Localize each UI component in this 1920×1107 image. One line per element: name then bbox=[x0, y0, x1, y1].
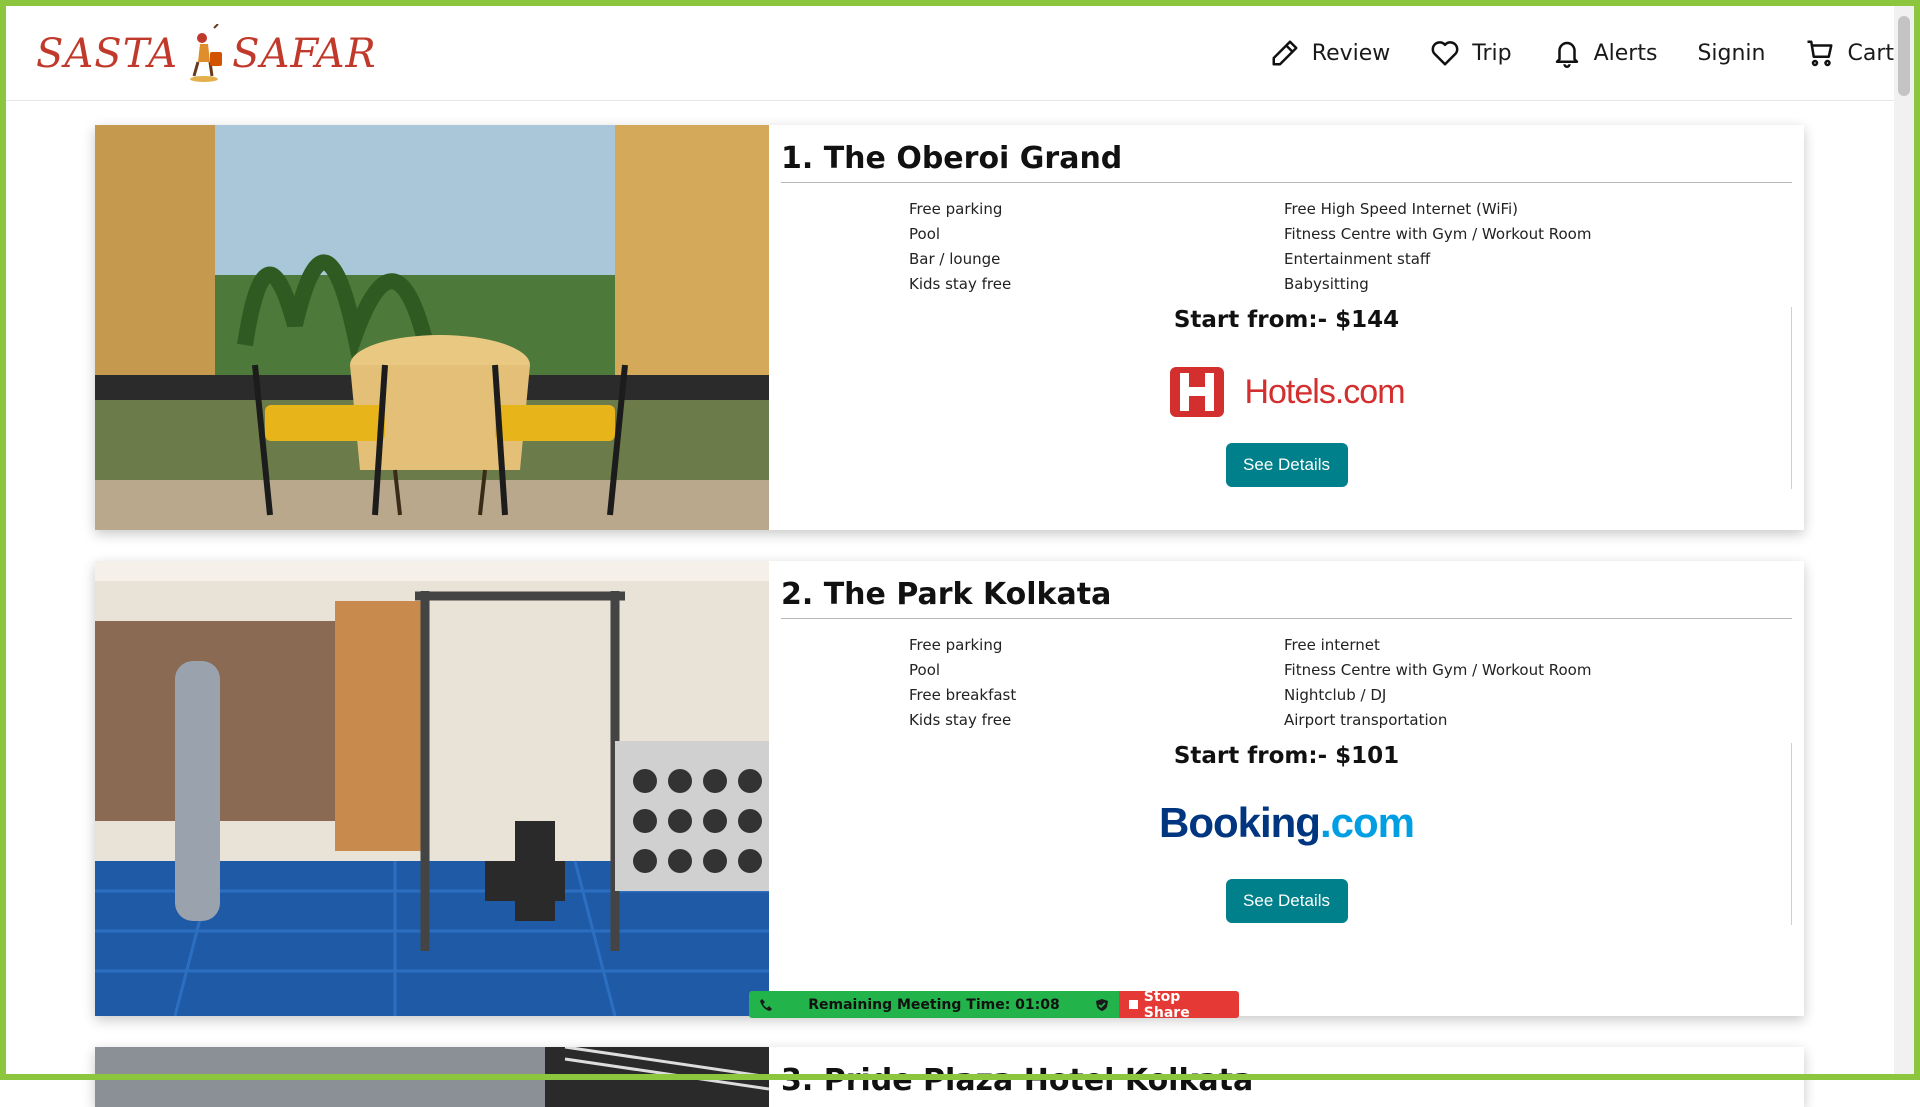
nav-cart-label: Cart bbox=[1847, 40, 1894, 66]
hotel-photo-balcony[interactable] bbox=[95, 125, 769, 530]
nav-review-label: Review bbox=[1311, 40, 1391, 66]
top-navbar: SASTA SAFAR Review Trip Alerts Signin Ca… bbox=[6, 6, 1914, 101]
nav-menu: Review Trip Alerts Signin Cart bbox=[1270, 6, 1894, 100]
amenity: Fitness Centre with Gym / Workout Room bbox=[1284, 225, 1592, 243]
hotel-photo-exterior[interactable] bbox=[95, 1047, 769, 1107]
nav-cart[interactable]: Cart bbox=[1805, 38, 1894, 68]
logo-text-left: SASTA bbox=[36, 31, 179, 77]
hotel-card: 3. Pride Plaza Hotel Kolkata bbox=[95, 1047, 1804, 1107]
nav-signin-label: Signin bbox=[1697, 40, 1766, 66]
pencil-icon bbox=[1272, 40, 1298, 66]
heart-icon bbox=[1431, 41, 1459, 66]
nav-trip-label: Trip bbox=[1472, 40, 1512, 66]
amenity: Free parking bbox=[909, 636, 1003, 654]
shield-check-icon bbox=[1095, 998, 1108, 1011]
amenity: Babysitting bbox=[1284, 275, 1369, 293]
amenity: Fitness Centre with Gym / Workout Room bbox=[1284, 661, 1592, 679]
amenity: Kids stay free bbox=[909, 275, 1012, 293]
hotels-com-text: Hotels.com bbox=[1244, 372, 1405, 411]
meeting-share-bar: Remaining Meeting Time: 01:08 Stop Share bbox=[749, 988, 1239, 1021]
traveler-logo-icon bbox=[190, 24, 223, 82]
partner-logo[interactable]: Hotels.com bbox=[781, 363, 1792, 425]
hotel-details: 3. Pride Plaza Hotel Kolkata bbox=[781, 1047, 1792, 1107]
nav-trip[interactable]: Trip bbox=[1430, 38, 1512, 68]
hotel-details: 1. The Oberoi Grand Free parking Pool Ba… bbox=[781, 125, 1792, 530]
meeting-timer-text: Remaining Meeting Time: 01:08 bbox=[808, 996, 1060, 1013]
site-logo[interactable]: SASTA SAFAR bbox=[36, 18, 377, 90]
meeting-timer: Remaining Meeting Time: 01:08 bbox=[749, 991, 1119, 1018]
see-details-button[interactable]: See Details bbox=[1225, 443, 1348, 487]
amenity: Free breakfast bbox=[909, 686, 1017, 704]
hotel-card: 2. The Park Kolkata Free parking Pool Fr… bbox=[95, 561, 1804, 1016]
booking-name: Booking bbox=[1158, 799, 1321, 846]
amenities-left: Free parking Pool Bar / lounge Kids stay… bbox=[909, 197, 1011, 297]
amenities-right: Free internet Fitness Centre with Gym / … bbox=[1284, 633, 1591, 733]
hotel-card: 1. The Oberoi Grand Free parking Pool Ba… bbox=[95, 125, 1804, 530]
nav-alerts-label: Alerts bbox=[1593, 40, 1658, 66]
nav-signin[interactable]: Signin bbox=[1697, 41, 1765, 66]
stop-share-button[interactable]: Stop Share bbox=[1119, 988, 1239, 1021]
stop-share-label: Stop Share bbox=[1143, 988, 1190, 1021]
see-details-button[interactable]: See Details bbox=[1225, 879, 1348, 923]
logo-text-right: SAFAR bbox=[232, 31, 377, 77]
phone-icon bbox=[760, 998, 772, 1011]
booking-com-logo: Booking.com bbox=[1158, 799, 1415, 846]
hotels-com-h-icon bbox=[1170, 367, 1225, 417]
page-scrollbar[interactable] bbox=[1894, 6, 1914, 1074]
amenity: Nightclub / DJ bbox=[1284, 686, 1387, 704]
hotel-title: 1. The Oberoi Grand bbox=[781, 141, 1792, 183]
stop-square-icon bbox=[1129, 1000, 1138, 1009]
amenity: Entertainment staff bbox=[1284, 250, 1431, 268]
amenity: Free internet bbox=[1284, 636, 1380, 654]
price-label: Start from:- $101 bbox=[1173, 743, 1400, 769]
hotel-details: 2. The Park Kolkata Free parking Pool Fr… bbox=[781, 561, 1792, 1016]
nav-alerts[interactable]: Alerts bbox=[1552, 38, 1658, 68]
price-label: Start from:- $144 bbox=[1173, 307, 1400, 333]
cart-icon bbox=[1807, 40, 1833, 67]
hotel-title: 3. Pride Plaza Hotel Kolkata bbox=[781, 1063, 1254, 1098]
nav-review[interactable]: Review bbox=[1270, 38, 1391, 68]
amenity: Pool bbox=[909, 225, 941, 243]
amenity: Airport transportation bbox=[1284, 711, 1448, 729]
amenity: Kids stay free bbox=[909, 711, 1012, 729]
amenity: Pool bbox=[909, 661, 941, 679]
bell-icon bbox=[1555, 41, 1578, 68]
hotel-photo-gym[interactable] bbox=[95, 561, 769, 1016]
amenity: Bar / lounge bbox=[909, 250, 1001, 268]
amenity: Free parking bbox=[909, 200, 1003, 218]
booking-suffix: .com bbox=[1319, 799, 1415, 846]
hotel-title: 2. The Park Kolkata bbox=[781, 577, 1792, 619]
amenities-left: Free parking Pool Free breakfast Kids st… bbox=[909, 633, 1016, 733]
partner-logo[interactable]: Booking.com bbox=[781, 799, 1792, 847]
amenity: Free High Speed Internet (WiFi) bbox=[1284, 200, 1519, 218]
scrollbar-thumb[interactable] bbox=[1898, 16, 1910, 96]
amenities-right: Free High Speed Internet (WiFi) Fitness … bbox=[1284, 197, 1591, 297]
